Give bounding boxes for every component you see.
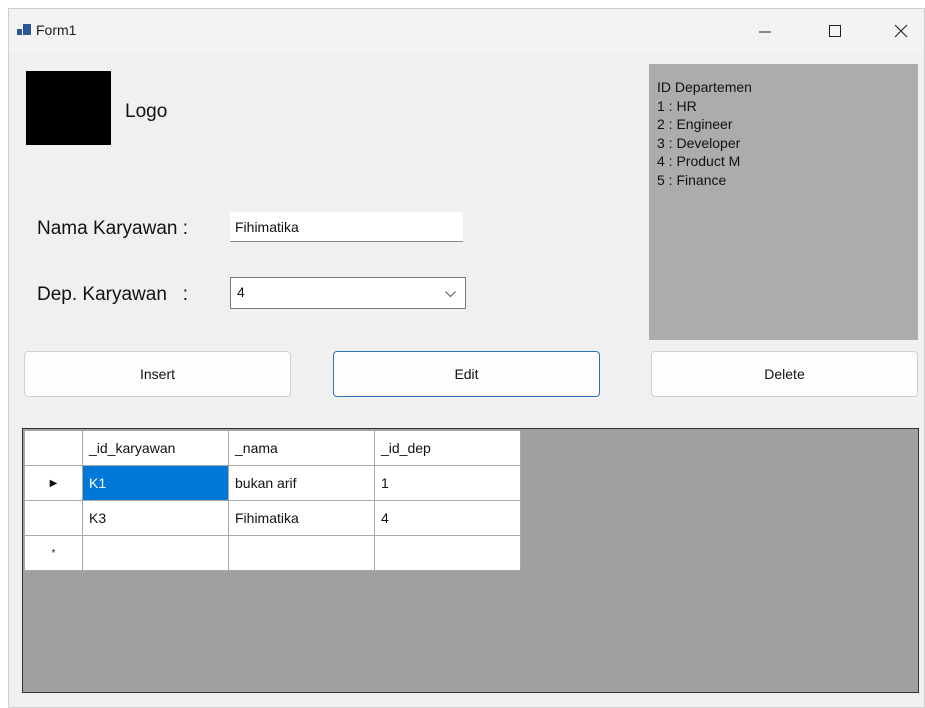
grid-cell[interactable]: K3 [82,500,229,536]
maximize-icon [829,25,841,37]
grid-cell[interactable] [82,535,229,571]
grid-cell[interactable]: 4 [374,500,521,536]
chevron-down-icon [445,291,456,298]
grid-cell[interactable]: 1 [374,465,521,501]
app-form-icon [17,24,31,36]
logo-image [26,71,111,145]
minimize-icon [759,31,771,33]
insert-button[interactable]: Insert [24,351,291,397]
department-info-line: 5 : Finance [657,171,727,188]
grid-table: _id_karyawan _nama _id_dep ▶ K1 bukan ar… [24,430,521,571]
edit-button[interactable]: Edit [333,351,600,397]
table-row[interactable]: K3 Fihimatika 4 [24,500,521,536]
form-window: Form1 Logo ID Departemen 1 : HR 2 : Engi… [8,8,925,708]
row-header[interactable] [24,500,83,536]
column-header[interactable]: _nama [228,430,375,466]
department-info-line: ID Departemen [657,79,752,95]
maximize-button[interactable] [812,9,858,53]
grid-cell[interactable]: K1 [82,465,229,501]
department-info-line: 1 : HR [657,97,697,114]
karyawan-data-grid[interactable]: _id_karyawan _nama _id_dep ▶ K1 bukan ar… [22,428,919,693]
row-header[interactable]: * [24,535,83,571]
nama-karyawan-label: Nama Karyawan : [37,218,189,239]
department-info-panel: ID Departemen 1 : HR 2 : Engineer 3 : De… [649,64,918,340]
department-info-line: 4 : Product M [657,153,741,169]
new-row[interactable]: * [24,535,521,571]
grid-cell[interactable] [374,535,521,571]
window-title: Form1 [36,22,77,38]
close-icon [894,24,908,38]
row-header-corner[interactable] [24,430,83,466]
delete-button[interactable]: Delete [651,351,918,397]
row-header[interactable]: ▶ [24,465,83,501]
department-info-line: 3 : Developer [657,134,741,151]
new-row-indicator-icon: * [51,547,56,559]
dep-karyawan-combobox[interactable]: 4 [230,277,466,309]
minimize-button[interactable] [742,9,788,53]
logo-label: Logo [125,101,168,122]
department-info-line: 2 : Engineer [657,116,733,132]
dep-karyawan-label: Dep. Karyawan : [37,284,189,305]
grid-cell[interactable] [228,535,375,571]
grid-header-row: _id_karyawan _nama _id_dep [24,430,521,466]
title-bar[interactable]: Form1 [9,9,924,53]
table-row[interactable]: ▶ K1 bukan arif 1 [24,465,521,501]
close-button[interactable] [878,9,924,53]
column-header[interactable]: _id_dep [374,430,521,466]
grid-cell[interactable]: bukan arif [228,465,375,501]
current-row-indicator-icon: ▶ [49,477,58,489]
grid-cell[interactable]: Fihimatika [228,500,375,536]
dep-karyawan-selected-value: 4 [237,284,245,300]
column-header[interactable]: _id_karyawan [82,430,229,466]
nama-karyawan-input[interactable] [230,212,463,242]
